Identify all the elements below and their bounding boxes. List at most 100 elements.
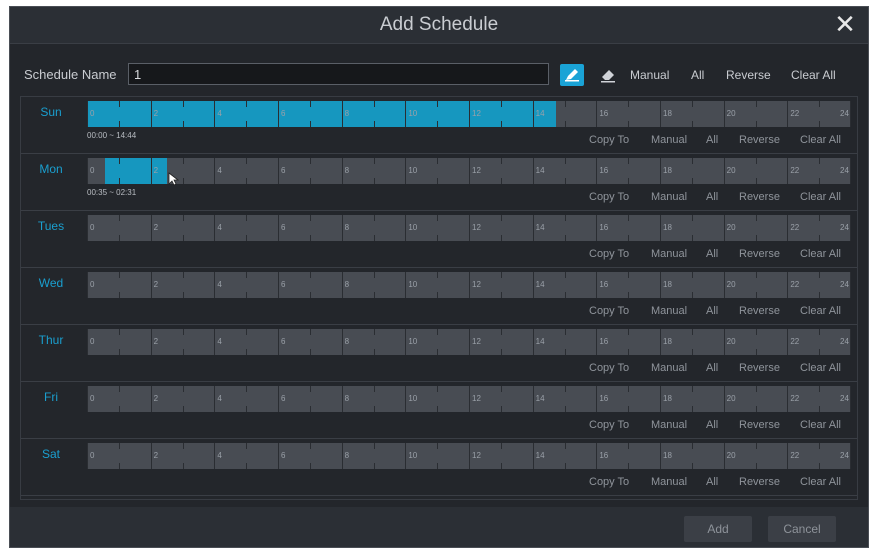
hour-tick bbox=[150, 215, 152, 241]
hour-tick bbox=[596, 443, 598, 469]
copy-to-button[interactable]: Copy To bbox=[589, 305, 629, 317]
half-tick bbox=[819, 443, 821, 449]
day-label[interactable]: Thur bbox=[21, 333, 81, 347]
half-tick bbox=[437, 158, 439, 164]
manual-button[interactable]: Manual bbox=[651, 362, 687, 374]
hour-label: 18 bbox=[663, 394, 672, 403]
timeline-track-mon[interactable]: 0 2 4 6 8 10 12 14 16 18 20 22 24 bbox=[87, 158, 851, 184]
all-button[interactable]: All bbox=[706, 248, 718, 260]
day-label[interactable]: Mon bbox=[21, 162, 81, 176]
schedule-name-input[interactable] bbox=[128, 63, 549, 85]
draw-pen-button[interactable] bbox=[560, 64, 584, 86]
day-label[interactable]: Sat bbox=[21, 447, 81, 461]
reverse-button[interactable]: Reverse bbox=[739, 419, 780, 431]
manual-button[interactable]: Manual bbox=[651, 191, 687, 203]
half-tick bbox=[118, 121, 120, 127]
half-tick bbox=[373, 121, 375, 127]
half-tick bbox=[246, 121, 248, 127]
half-tick bbox=[500, 443, 502, 449]
half-tick bbox=[118, 406, 120, 412]
all-button[interactable]: All bbox=[706, 362, 718, 374]
hour-label: 24 bbox=[840, 166, 849, 175]
manual-button[interactable]: Manual bbox=[651, 419, 687, 431]
hour-label: 16 bbox=[599, 337, 609, 346]
hour-tick bbox=[787, 158, 789, 184]
timeline-track-tue[interactable]: 0 2 4 6 8 10 12 14 16 18 20 22 24 bbox=[87, 215, 851, 241]
day-label[interactable]: Wed bbox=[21, 276, 81, 290]
close-icon[interactable]: ✕ bbox=[832, 10, 858, 38]
clear-all-button[interactable]: Clear All bbox=[800, 305, 841, 317]
timeline-track-fri[interactable]: 0 2 4 6 8 10 12 14 16 18 20 22 24 bbox=[87, 386, 851, 412]
clear-all-button[interactable]: Clear All bbox=[800, 419, 841, 431]
copy-to-button[interactable]: Copy To bbox=[589, 191, 629, 203]
clear-all-button[interactable]: Clear All bbox=[800, 362, 841, 374]
all-button[interactable]: All bbox=[706, 191, 718, 203]
clear-all-button[interactable]: Clear All bbox=[800, 476, 841, 488]
half-tick bbox=[373, 235, 375, 241]
hour-label: 12 bbox=[472, 280, 481, 289]
timeline-track-thu[interactable]: 0 2 4 6 8 10 12 14 16 18 20 22 24 bbox=[87, 329, 851, 355]
reverse-button[interactable]: Reverse bbox=[739, 305, 780, 317]
reverse-button[interactable]: Reverse bbox=[739, 248, 780, 260]
day-label[interactable]: Sun bbox=[21, 105, 81, 119]
hour-label: 10 bbox=[408, 337, 418, 346]
half-tick bbox=[819, 178, 821, 184]
all-button[interactable]: All bbox=[706, 134, 718, 146]
half-tick bbox=[755, 101, 757, 107]
hour-label: 6 bbox=[281, 337, 286, 346]
copy-to-button[interactable]: Copy To bbox=[589, 362, 629, 374]
hour-tick bbox=[532, 215, 534, 241]
all-button[interactable]: All bbox=[706, 305, 718, 317]
manual-button[interactable]: Manual bbox=[651, 248, 687, 260]
half-tick bbox=[691, 292, 693, 298]
timeline-track-wed[interactable]: 0 2 4 6 8 10 12 14 16 18 20 22 24 bbox=[87, 272, 851, 298]
manual-button[interactable]: Manual bbox=[651, 476, 687, 488]
top-all-button[interactable]: All bbox=[691, 68, 704, 82]
half-tick bbox=[564, 349, 566, 355]
copy-to-button[interactable]: Copy To bbox=[589, 134, 629, 146]
all-button[interactable]: All bbox=[706, 419, 718, 431]
top-clear-all-button[interactable]: Clear All bbox=[791, 68, 836, 82]
all-button[interactable]: All bbox=[706, 476, 718, 488]
hour-tick bbox=[660, 101, 661, 127]
half-tick bbox=[182, 329, 184, 335]
cancel-button[interactable]: Cancel bbox=[768, 516, 836, 542]
half-tick bbox=[755, 329, 757, 335]
day-label[interactable]: Tues bbox=[21, 219, 81, 233]
half-tick bbox=[246, 272, 248, 278]
top-reverse-button[interactable]: Reverse bbox=[726, 68, 771, 82]
hour-label: 10 bbox=[408, 451, 418, 460]
day-label[interactable]: Fri bbox=[21, 390, 81, 404]
half-tick bbox=[628, 443, 630, 449]
reverse-button[interactable]: Reverse bbox=[739, 362, 780, 374]
top-manual-button[interactable]: Manual bbox=[630, 68, 669, 82]
clear-all-button[interactable]: Clear All bbox=[800, 191, 841, 203]
hour-label: 22 bbox=[790, 337, 800, 346]
half-tick bbox=[564, 406, 566, 412]
copy-to-button[interactable]: Copy To bbox=[589, 248, 629, 260]
manual-button[interactable]: Manual bbox=[651, 305, 687, 317]
eraser-button[interactable] bbox=[596, 64, 620, 86]
reverse-button[interactable]: Reverse bbox=[739, 191, 780, 203]
timeline-track-sat[interactable]: 0 2 4 6 8 10 12 14 16 18 20 22 24 bbox=[87, 443, 851, 469]
hour-tick bbox=[469, 272, 470, 298]
clear-all-button[interactable]: Clear All bbox=[800, 134, 841, 146]
half-tick bbox=[373, 386, 375, 392]
hour-label: 4 bbox=[217, 394, 222, 403]
reverse-button[interactable]: Reverse bbox=[739, 476, 780, 488]
hour-tick bbox=[532, 329, 534, 355]
copy-to-button[interactable]: Copy To bbox=[589, 476, 629, 488]
half-tick bbox=[691, 386, 693, 392]
half-tick bbox=[819, 406, 821, 412]
clear-all-button[interactable]: Clear All bbox=[800, 248, 841, 260]
half-tick bbox=[309, 178, 311, 184]
copy-to-button[interactable]: Copy To bbox=[589, 419, 629, 431]
half-tick bbox=[182, 349, 184, 355]
hour-tick bbox=[341, 443, 343, 469]
hour-tick bbox=[850, 215, 851, 241]
half-tick bbox=[819, 292, 821, 298]
timeline-track-sun[interactable]: 0 2 4 6 8 10 12 14 16 18 20 22 24 bbox=[87, 101, 851, 127]
manual-button[interactable]: Manual bbox=[651, 134, 687, 146]
add-button[interactable]: Add bbox=[684, 516, 752, 542]
reverse-button[interactable]: Reverse bbox=[739, 134, 780, 146]
